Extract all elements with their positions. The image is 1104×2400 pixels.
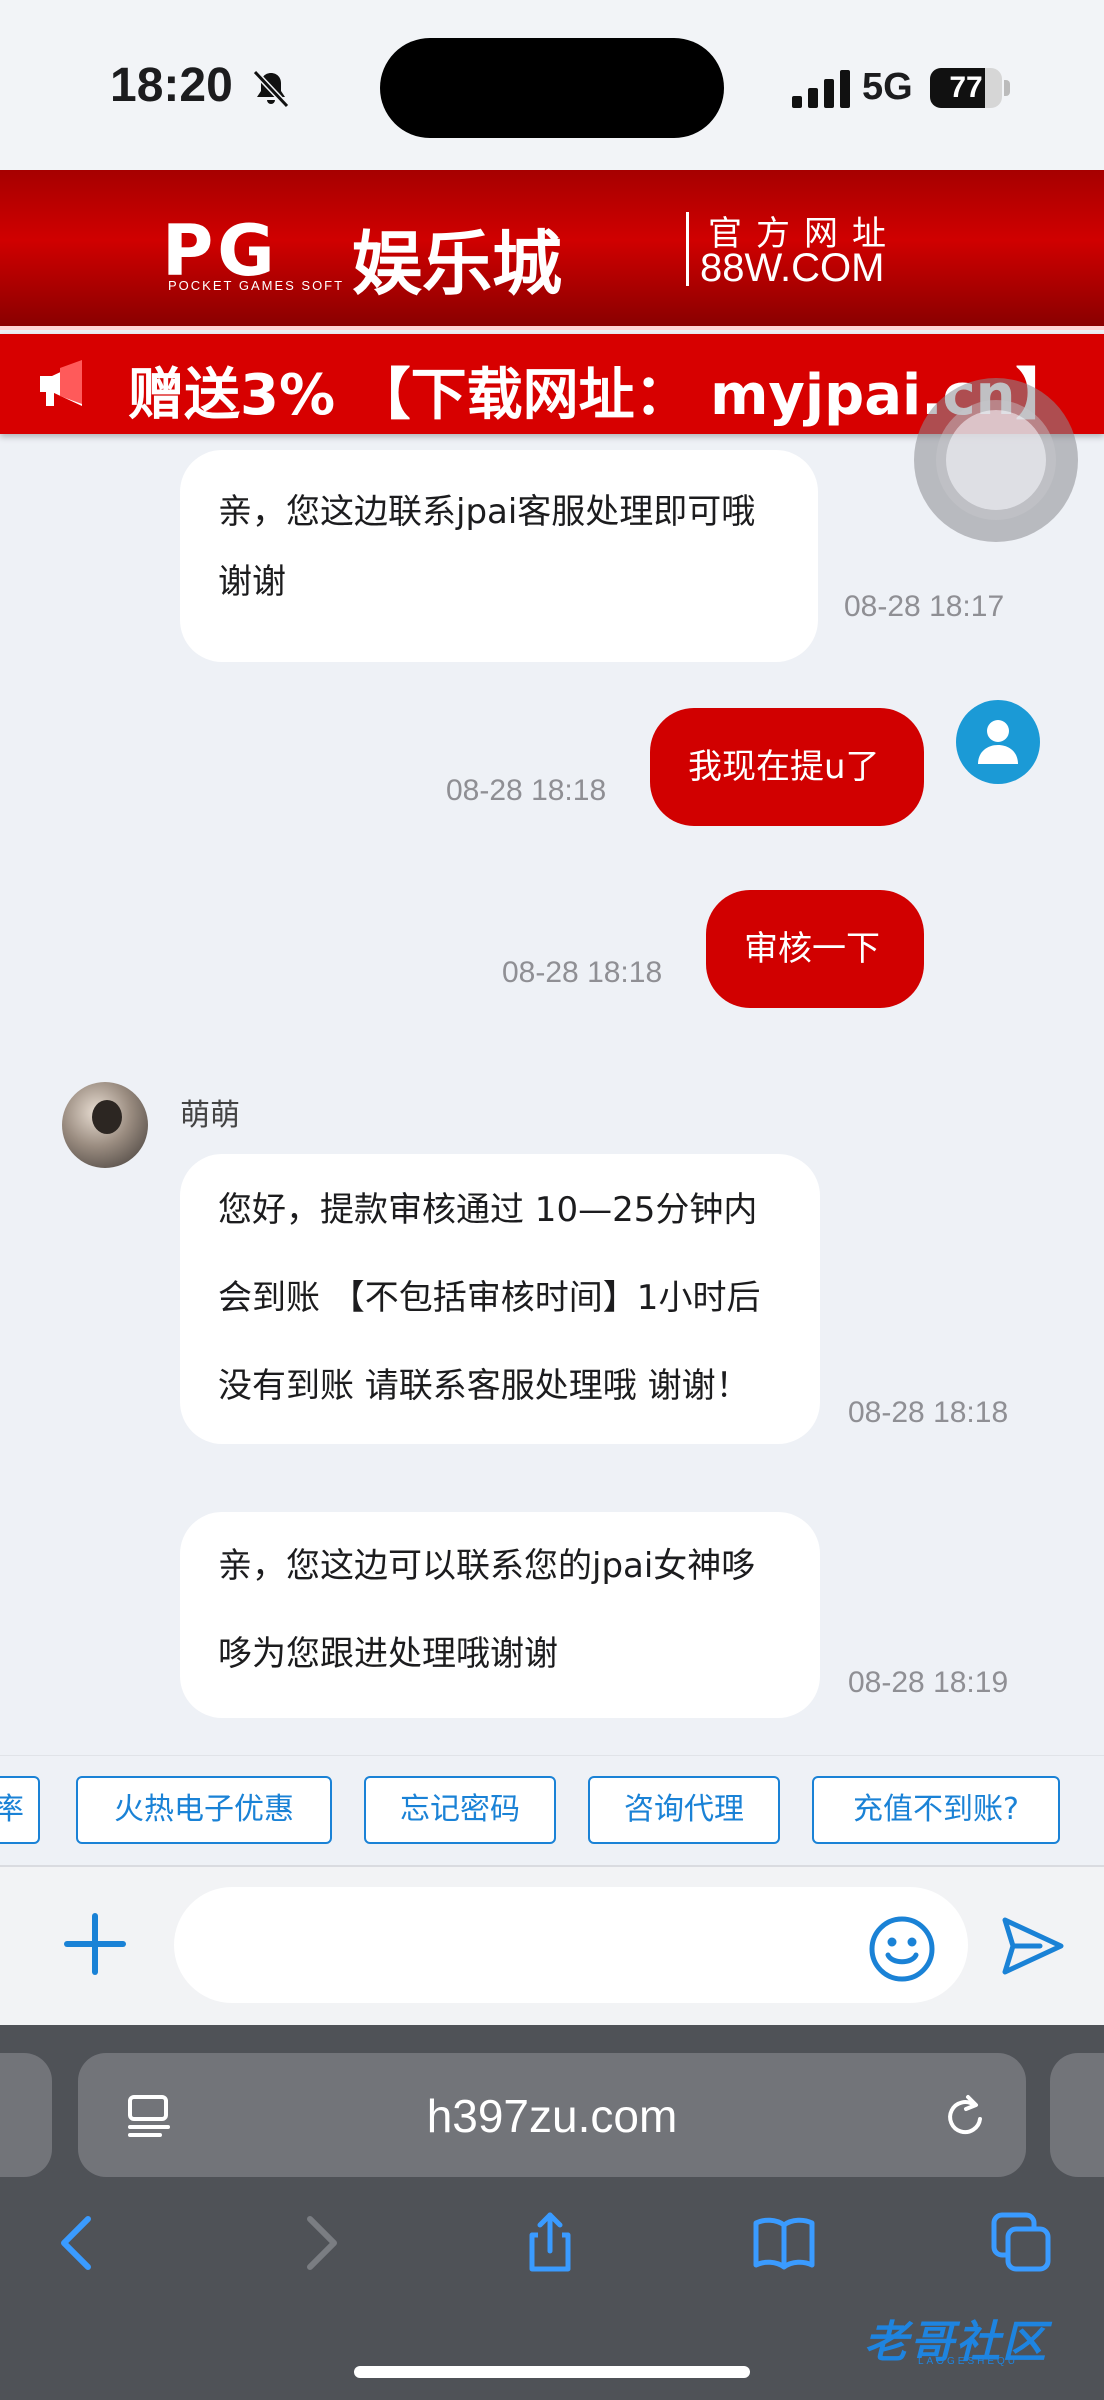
send-icon[interactable] [1000, 1915, 1066, 1977]
message-line: 会到账 【不包括审核时间】1小时后 [218, 1278, 761, 1318]
agent-message-bubble: 亲，您这边联系jpai客服处理即可哦 谢谢 [180, 450, 818, 662]
battery-tip [1004, 80, 1010, 96]
next-tab-preview[interactable] [1050, 2053, 1104, 2177]
message-line: 亲，您这边可以联系您的jpai女神哆 [218, 1546, 756, 1586]
brand-divider [686, 212, 689, 286]
message-time: 08-28 18:18 [446, 774, 607, 807]
user-avatar [956, 700, 1040, 784]
agent-name: 萌萌 [180, 1098, 240, 1133]
message-composer [0, 1865, 1104, 2025]
quick-reply-chip[interactable]: 咨询代理 [588, 1776, 780, 1844]
user-message-bubble: 审核一下 [706, 890, 924, 1008]
megaphone-icon [40, 360, 82, 406]
quick-reply-chip[interactable]: 火热电子优惠 [76, 1776, 332, 1844]
quick-reply-chip[interactable]: 充值不到账? [812, 1776, 1060, 1844]
agent-message-bubble: 亲，您这边可以联系您的jpai女神哆 哆为您跟进处理哦谢谢 [180, 1512, 820, 1718]
user-message-bubble: 我现在提u了 [650, 708, 924, 826]
message-line: 您好，提款审核通过 10—25分钟内 [218, 1190, 758, 1230]
forward-icon[interactable] [286, 2211, 350, 2275]
promo-banner[interactable]: PG POCKET GAMES SOFT 娱乐城 官方网址 88W.COM [0, 170, 1104, 330]
battery-icon: 77 [930, 68, 1002, 108]
brand-name: 娱乐城 [352, 223, 562, 305]
message-time: 08-28 18:19 [848, 1666, 1009, 1699]
watermark-subtitle: LAOGESHEQU [918, 2356, 1019, 2367]
message-line: 没有到账 请联系客服处理哦 谢谢！ [218, 1366, 750, 1406]
network-type: 5G [862, 66, 913, 108]
bell-muted-icon [252, 69, 290, 109]
share-icon[interactable] [518, 2211, 582, 2275]
home-indicator [354, 2366, 750, 2378]
user-icon [978, 720, 1018, 764]
message-line: 亲，您这边联系jpai客服处理即可哦 [218, 492, 756, 532]
message-line: 哆为您跟进处理哦谢谢 [218, 1634, 558, 1674]
pg-logo-subtitle: POCKET GAMES SOFT [168, 278, 345, 293]
message-time: 08-28 18:18 [848, 1396, 1009, 1429]
floating-assist-button[interactable] [914, 378, 1078, 542]
quick-reply-chip[interactable]: 忘记密码 [364, 1776, 556, 1844]
dynamic-island [380, 38, 724, 138]
quick-reply-bar[interactable]: 率 火热电子优惠 忘记密码 咨询代理 充值不到账? [0, 1755, 1104, 1865]
url-text: h397zu.com [426, 2090, 678, 2142]
address-bar[interactable]: h397zu.com [78, 2053, 1026, 2177]
quick-reply-chip[interactable]: 率 [0, 1776, 40, 1844]
agent-avatar [62, 1082, 148, 1168]
message-time: 08-28 18:18 [502, 956, 663, 989]
status-bar: 18:20 5G 77 [0, 0, 1104, 170]
add-attachment-icon[interactable] [62, 1911, 128, 1977]
previous-tab-preview[interactable] [0, 2053, 52, 2177]
emoji-icon[interactable] [868, 1915, 936, 1983]
reload-icon[interactable] [940, 2091, 990, 2141]
brand-domain: 88W.COM [700, 246, 885, 290]
bookmarks-icon[interactable] [752, 2211, 816, 2275]
message-time: 08-28 18:17 [844, 590, 1005, 623]
clock: 18:20 [110, 59, 233, 112]
battery-level: 77 [949, 71, 983, 104]
agent-message-bubble: 您好，提款审核通过 10—25分钟内 会到账 【不包括审核时间】1小时后 没有到… [180, 1154, 820, 1444]
tabs-icon[interactable] [990, 2211, 1054, 2275]
cellular-signal-icon [792, 70, 850, 108]
message-input[interactable] [174, 1887, 968, 2003]
back-icon[interactable] [48, 2211, 112, 2275]
